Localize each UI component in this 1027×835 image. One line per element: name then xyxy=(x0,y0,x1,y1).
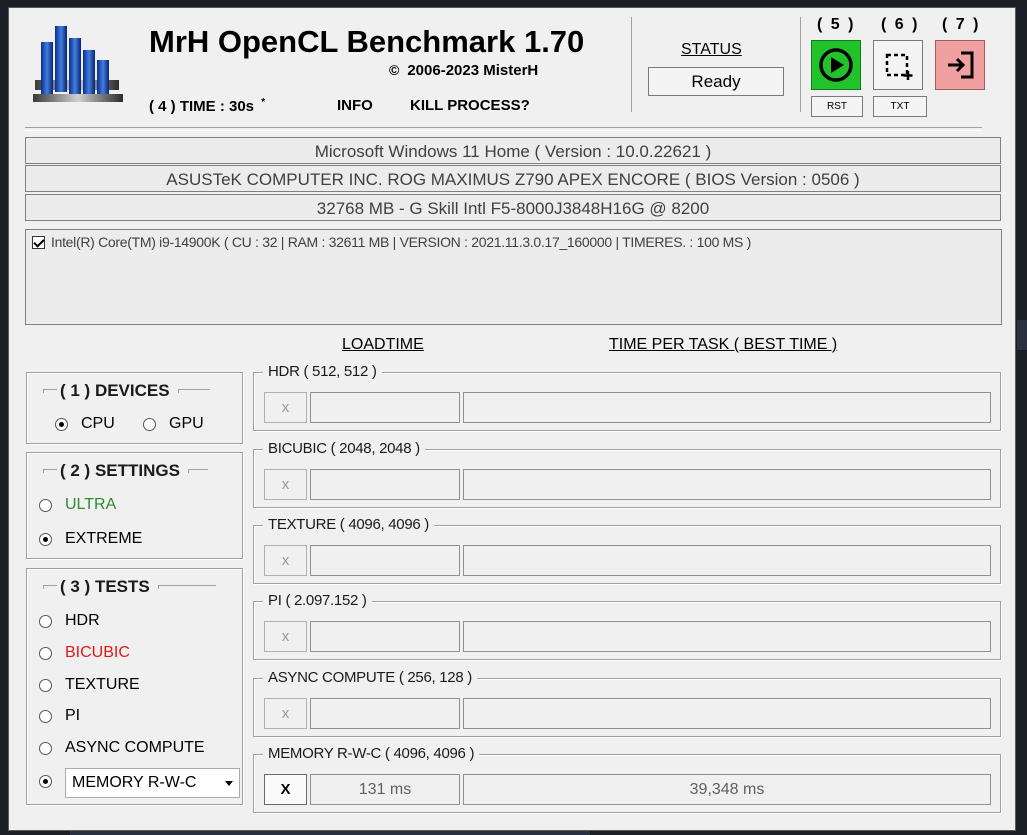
test-memory-rwc-radio[interactable] xyxy=(39,775,65,788)
status-frame xyxy=(631,17,801,112)
memory-test-select[interactable]: MEMORY R-W-C xyxy=(65,768,240,798)
disable-test-button[interactable]: x xyxy=(264,621,307,652)
run-button-number: ( 5 ) xyxy=(817,16,856,33)
radio-indicator xyxy=(39,678,52,692)
radio-indicator xyxy=(39,646,52,660)
header-divider xyxy=(25,127,982,131)
result-group-label: MEMORY R-W-C ( 4096, 4096 ) xyxy=(263,745,480,762)
radio-indicator xyxy=(143,417,156,431)
test-pi-radio[interactable]: PI xyxy=(39,707,80,725)
test-bicubic-radio[interactable]: BICUBIC xyxy=(39,644,130,662)
disable-test-button[interactable]: X xyxy=(264,774,307,805)
time-per-task-header: TIME PER TASK ( BEST TIME ) xyxy=(609,336,838,353)
test-hdr-radio[interactable]: HDR xyxy=(39,612,100,630)
radio-indicator xyxy=(39,741,52,755)
copy-screenshot-button[interactable] xyxy=(873,40,923,90)
loadtime-field xyxy=(310,698,460,729)
copyright: © 2006-2023 MisterH xyxy=(389,62,538,79)
result-group-label: BICUBIC ( 2048, 2048 ) xyxy=(263,440,425,457)
device-gpu-radio[interactable]: GPU xyxy=(143,415,204,433)
loadtime-field xyxy=(310,545,460,576)
device-label: Intel(R) Core(TM) i9-14900K ( CU : 32 | … xyxy=(51,234,751,250)
disable-test-button[interactable]: x xyxy=(264,469,307,500)
kill-process-menu[interactable]: KILL PROCESS? xyxy=(410,97,530,114)
disable-test-button[interactable]: x xyxy=(264,545,307,576)
status-label: STATUS xyxy=(681,41,742,58)
time-per-task-field xyxy=(463,621,991,652)
status-value: Ready xyxy=(648,67,784,96)
run-button[interactable] xyxy=(811,40,861,90)
setting-ultra-radio[interactable]: ULTRA xyxy=(39,496,116,514)
result-group-memory-rwc: MEMORY R-W-C ( 4096, 4096 ) X 131 ms 39,… xyxy=(253,745,1001,813)
exit-button[interactable] xyxy=(935,40,985,90)
os-info: Microsoft Windows 11 Home ( Version : 10… xyxy=(25,137,1001,164)
play-icon xyxy=(819,48,853,82)
device-list-item[interactable]: Intel(R) Core(TM) i9-14900K ( CU : 32 | … xyxy=(32,234,751,250)
radio-indicator xyxy=(39,775,52,788)
loadtime-field: 131 ms xyxy=(310,774,460,805)
loadtime-header: LOADTIME xyxy=(342,336,424,353)
devices-title: ( 1 ) DEVICES xyxy=(43,381,210,401)
radio-indicator xyxy=(39,532,52,546)
loadtime-field xyxy=(310,392,460,423)
device-cpu-radio[interactable]: CPU xyxy=(55,415,115,433)
copy-button-number: ( 6 ) xyxy=(881,16,920,33)
loadtime-field xyxy=(310,621,460,652)
radio-indicator xyxy=(55,417,68,431)
disable-test-button[interactable]: x xyxy=(264,698,307,729)
result-group-hdr: HDR ( 512, 512 ) x xyxy=(253,363,1001,431)
result-group-async-compute: ASYNC COMPUTE ( 256, 128 ) x xyxy=(253,669,1001,737)
copyright-icon: © xyxy=(389,62,400,78)
export-txt-button[interactable]: TXT xyxy=(873,96,927,117)
radio-indicator xyxy=(39,498,52,512)
test-texture-radio[interactable]: TEXTURE xyxy=(39,676,140,694)
time-per-task-field xyxy=(463,392,991,423)
time-menu[interactable]: ( 4 ) TIME : 30s * xyxy=(149,97,265,115)
test-async-compute-radio[interactable]: ASYNC COMPUTE xyxy=(39,739,205,757)
memory-info: 32768 MB - G Skill Intl F5-8000J3848H16G… xyxy=(25,194,1001,221)
result-group-label: PI ( 2.097.152 ) xyxy=(263,592,372,609)
disable-test-button[interactable]: x xyxy=(264,392,307,423)
result-group-label: HDR ( 512, 512 ) xyxy=(263,363,382,380)
exit-icon xyxy=(948,51,974,79)
crop-select-icon xyxy=(885,53,913,80)
exit-button-number: ( 7 ) xyxy=(942,16,981,33)
result-group-label: TEXTURE ( 4096, 4096 ) xyxy=(263,516,434,533)
radio-indicator xyxy=(39,709,52,723)
device-checkbox[interactable] xyxy=(32,235,45,249)
setting-extreme-radio[interactable]: EXTREME xyxy=(39,530,142,548)
time-per-task-field xyxy=(463,698,991,729)
devices-panel: ( 1 ) DEVICES CPU GPU xyxy=(26,372,243,444)
motherboard-info: ASUSTeK COMPUTER INC. ROG MAXIMUS Z790 A… xyxy=(25,165,1001,192)
settings-title: ( 2 ) SETTINGS xyxy=(43,461,208,481)
time-per-task-field xyxy=(463,469,991,500)
time-per-task-field xyxy=(463,545,991,576)
device-list: Intel(R) Core(TM) i9-14900K ( CU : 32 | … xyxy=(25,229,1002,325)
settings-panel: ( 2 ) SETTINGS ULTRA EXTREME xyxy=(26,452,243,559)
app-logo xyxy=(31,20,127,110)
info-menu[interactable]: INFO xyxy=(337,97,373,114)
result-group-pi: PI ( 2.097.152 ) x xyxy=(253,592,1001,660)
loadtime-field xyxy=(310,469,460,500)
copyright-text: 2006-2023 MisterH xyxy=(407,62,539,79)
tests-title: ( 3 ) TESTS xyxy=(43,577,216,597)
app-title: MrH OpenCL Benchmark 1.70 xyxy=(149,24,585,59)
time-per-task-field: 39,348 ms xyxy=(463,774,991,805)
time-menu-label: ( 4 ) TIME : 30s xyxy=(149,98,255,115)
radio-indicator xyxy=(39,614,52,628)
reset-button[interactable]: RST xyxy=(811,96,863,117)
app-window: MrH OpenCL Benchmark 1.70 © 2006-2023 Mis… xyxy=(9,8,1015,830)
time-menu-mark: * xyxy=(261,97,266,108)
result-group-bicubic: BICUBIC ( 2048, 2048 ) x xyxy=(253,440,1001,508)
desktop-background xyxy=(1017,320,1027,350)
chevron-down-icon xyxy=(225,781,233,786)
result-group-label: ASYNC COMPUTE ( 256, 128 ) xyxy=(263,669,477,686)
result-group-texture: TEXTURE ( 4096, 4096 ) x xyxy=(253,516,1001,584)
